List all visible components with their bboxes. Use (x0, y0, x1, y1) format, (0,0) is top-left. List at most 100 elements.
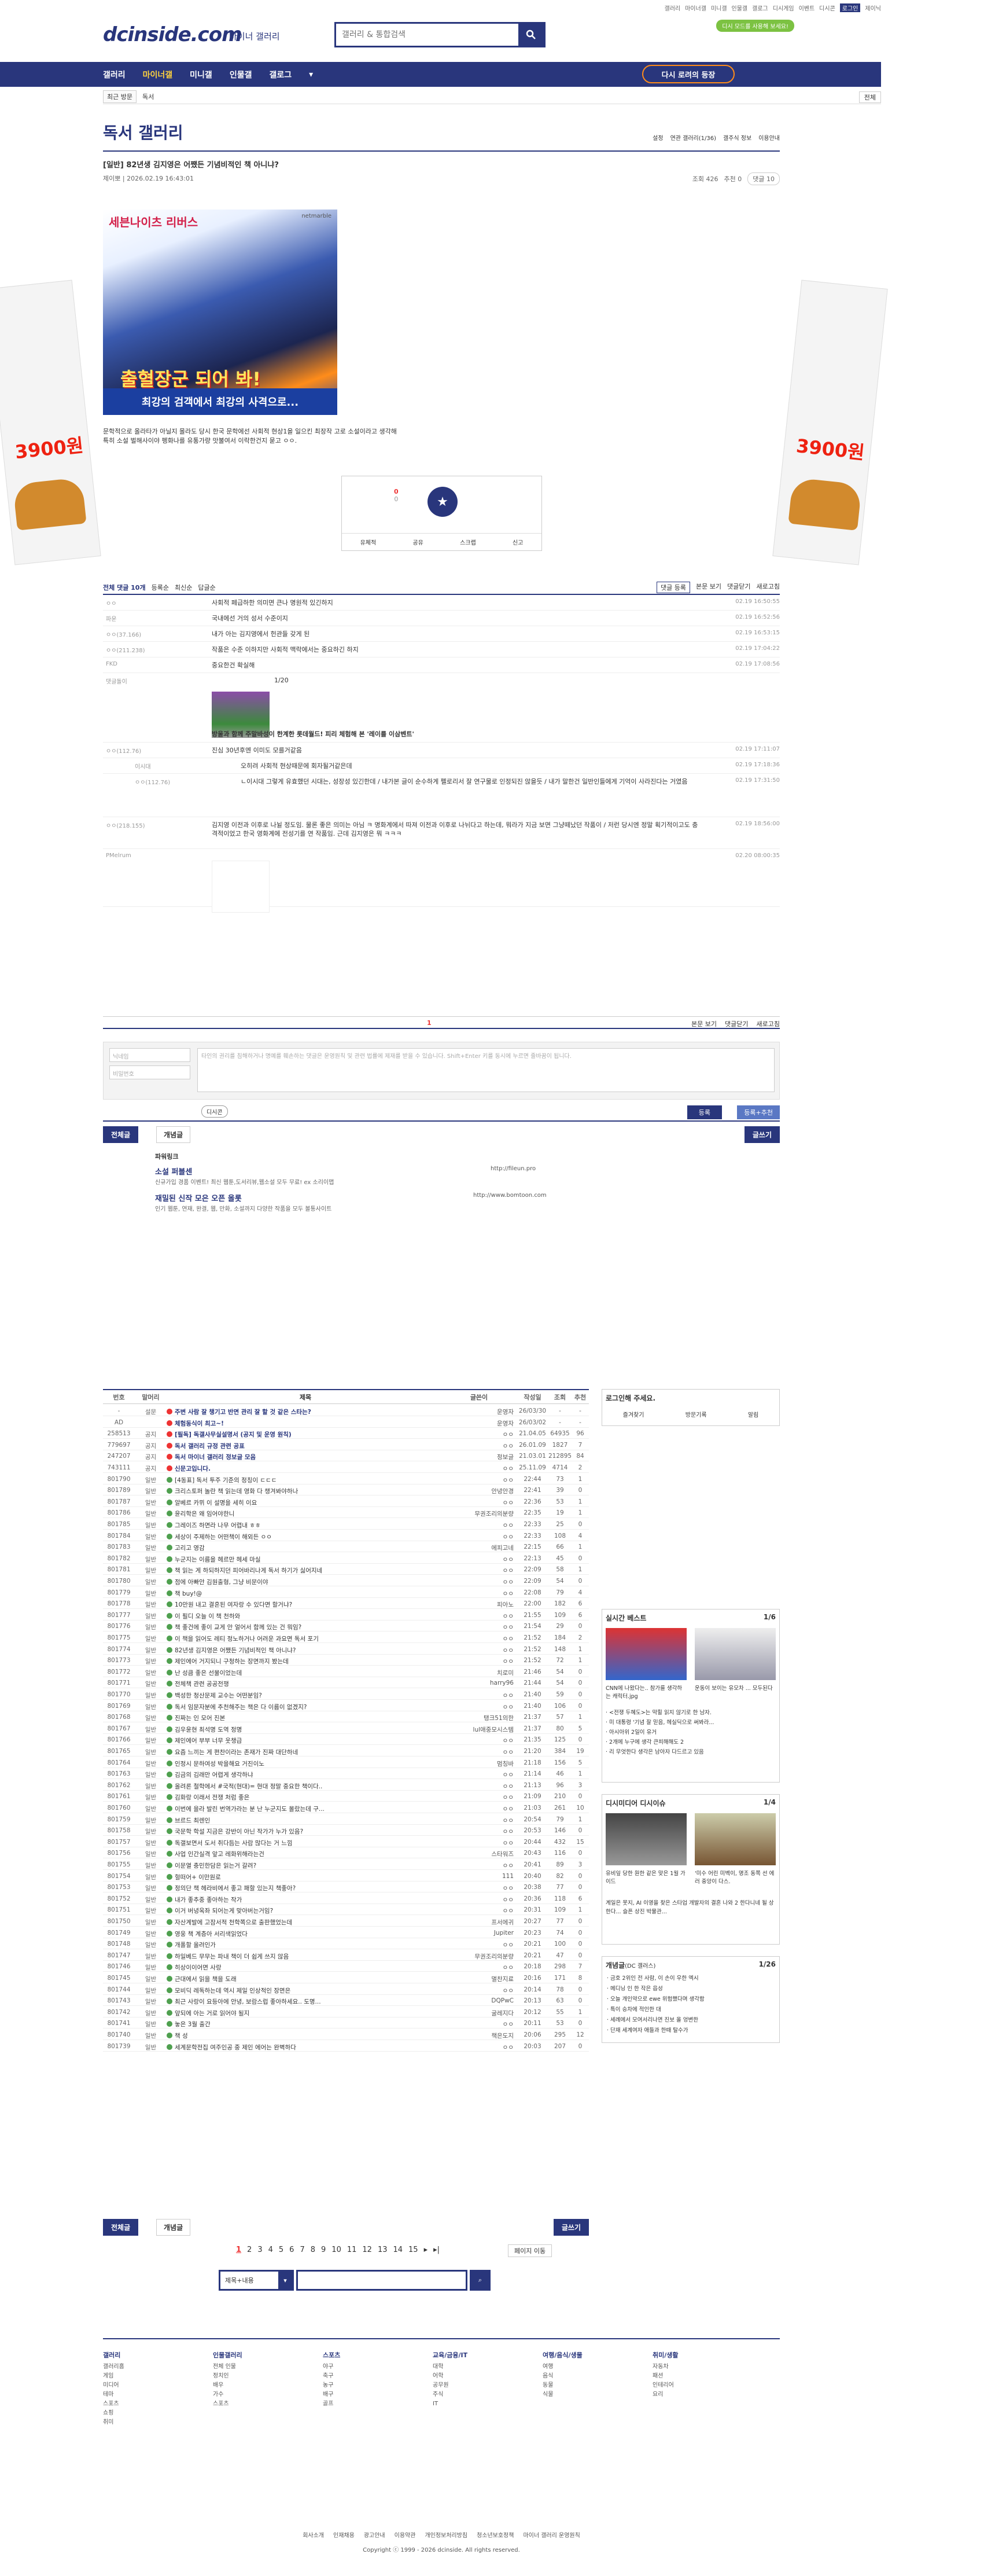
footer-link[interactable]: 식물 (543, 2390, 647, 2399)
table-row[interactable]: 801790 일반 [4동표] 독서 투주 기준의 정칭이 ㄷㄷㄷ ㅇㅇ 22:44 73… (103, 1473, 589, 1484)
recent-gallery[interactable]: 독서 (142, 92, 154, 101)
table-row[interactable]: AD 체험동식이 최고~! 운영자 26/03/02 - - (103, 1417, 589, 1428)
footer-link[interactable]: 쇼핑 (103, 2409, 207, 2418)
row-writer[interactable]: ㅇㅇ (444, 1827, 514, 1836)
row-title[interactable]: 백성한 청산문제 교수는 어떤분임? (167, 1691, 444, 1700)
table-row[interactable]: 801761 일반 김화랑 이래서 전쟁 처럼 좋은 ㅇㅇ 21:09 210 0 (103, 1791, 589, 1802)
row-writer[interactable]: harry96 (444, 1680, 514, 1686)
nick-input[interactable]: 닉네임 (109, 1048, 190, 1062)
footer-column-title[interactable]: 갤러리 (103, 2351, 207, 2360)
star-icon[interactable]: ★ (427, 487, 458, 517)
table-row[interactable]: 779697 공지 독서 갤러리 규정 관련 공표 ㅇㅇ 26.01.09 1827 7 (103, 1439, 589, 1450)
row-title[interactable]: 김우윤현 최석명 도역 정명 (167, 1725, 444, 1734)
row-title[interactable]: 체험동식이 최고~! (167, 1419, 444, 1428)
pager-tool[interactable]: 댓글닫기 (725, 1019, 748, 1028)
best-caption-2[interactable]: 운동이 보이는 유모차 ... 모두된다 (695, 1684, 776, 1692)
row-title[interactable]: [필독] 독갤사무실설명서 (공지 및 운영 원칙) (167, 1430, 444, 1439)
row-title[interactable]: 크리스토퍼 놀란 책 읽는데 영화 다 챙겨봐야하나 (167, 1487, 444, 1495)
row-writer[interactable]: ㅇㅇ (444, 1657, 514, 1666)
row-title[interactable]: 모비딕 레독하는데 역시 제일 인상적인 장면은 (167, 1986, 444, 1995)
comment-count[interactable]: 댓글 10 (747, 172, 780, 185)
row-writer[interactable]: ㅇㅇ (444, 1839, 514, 1847)
row-title[interactable]: 세상이 주제하는 어떤책이 해외든 ㅇㅇ (167, 1533, 444, 1541)
row-writer[interactable]: ㅇㅇ (444, 2043, 514, 2052)
footer-column-title[interactable]: 여행/음식/생물 (543, 2351, 647, 2360)
table-row[interactable]: 743111 공지 신문고입니다. ㅇㅇ 25.11.09 4714 2 (103, 1462, 589, 1473)
row-title[interactable]: 브르드 최렌인 (167, 1816, 444, 1825)
table-row[interactable]: 801750 일반 자산계발에 고잠서적 천학쪽으로 출판했었는데 프서에귀 20:2… (103, 1916, 589, 1927)
row-writer[interactable]: 탱크51의한 (444, 1714, 514, 1722)
footer-column-title[interactable]: 교육/금융/IT (433, 2351, 537, 2360)
footer-link[interactable]: 동물 (543, 2381, 647, 2390)
row-title[interactable]: 알베르 카뮈 이 설명을 세히 이요 (167, 1498, 444, 1507)
best-list-item[interactable]: · 2개에 누구에 생각 큰피해해도 2 (606, 1737, 777, 1747)
table-row[interactable]: 801751 일반 이거 버녕옥좌 되어는게 맞아버는거임? ㅇㅇ 20:31 109 1 (103, 1904, 589, 1916)
table-row[interactable]: 801782 일반 누군지는 이름을 헤르만 헤세 마실 ㅇㅇ 22:13 45 0 (103, 1553, 589, 1564)
table-row[interactable]: 258513 공지 [필독] 독갤사무실설명서 (공지 및 운영 원칙) ㅇㅇ 21.0… (103, 1428, 589, 1439)
tab-best[interactable]: 개념글 (156, 1126, 191, 1143)
footer-link[interactable]: 취미 (103, 2418, 207, 2427)
recent-visit-button[interactable]: 최근 방문 (103, 90, 137, 103)
realtime-page[interactable]: 1/6 (764, 1613, 776, 1623)
row-title[interactable]: 책 buy!@ (167, 1589, 444, 1598)
page-number[interactable]: 1 (427, 1019, 432, 1027)
row-writer[interactable]: 무권조리의분량 (444, 1952, 514, 1961)
best-list-item[interactable]: · <전쟁 두혜도>는 막힐 읽지 않기로 한 남자. (606, 1708, 777, 1718)
write-button[interactable]: 글쓰기 (744, 1126, 780, 1143)
footer-column-title[interactable]: 취미/생활 (653, 2351, 757, 2360)
nav-item[interactable]: 갤로그 (269, 69, 292, 80)
row-writer[interactable]: 안녕안경 (444, 1487, 514, 1495)
row-title[interactable]: 진짜는 인 모어 진본 (167, 1714, 444, 1722)
row-title[interactable]: 10만원 내고 결혼된 여자랑 수 있다면 할거냐? (167, 1600, 444, 1609)
rec-action-button[interactable]: 스크랩 (460, 538, 476, 546)
table-row[interactable]: 801772 일반 난 성큼 좋은 선물이었는데 치로미 21:46 54 0 (103, 1666, 589, 1677)
top-link[interactable]: 갤로그 (752, 3, 768, 12)
table-row[interactable]: 801776 일반 책 좋건에 좋이 교게 안 얼어서 함께 있는 건 뭐임? ㅇㅇ 2… (103, 1620, 589, 1632)
row-writer[interactable]: ㅇㅇ (444, 1566, 514, 1575)
footer-column-title[interactable]: 스포츠 (323, 2351, 427, 2360)
footer-bottom-link[interactable]: 청소년보호정책 (477, 2530, 514, 2539)
best-thumb-1[interactable] (606, 1628, 687, 1680)
table-row[interactable]: 801749 일반 영웅 책 계층아 서리색읽었다 Jupiter 20:23 74 0 (103, 1927, 589, 1938)
concept-list-item[interactable]: · 오늘 개인약으로 ewe 위험했다며 생각함 (607, 1994, 775, 2005)
side-ad-left[interactable]: 3900원 (0, 280, 101, 565)
submit-recommend-button[interactable]: 등록+추천 (737, 1105, 780, 1119)
table-row[interactable]: 801781 일반 책 읽는 게 하되하지던 피어바리나게 독서 하기가 싫어지네 ㅇ… (103, 1564, 589, 1575)
page-link[interactable]: 2 (247, 2246, 252, 2254)
row-title[interactable]: 김금의 김래만 어렵게 생각하냐 (167, 1770, 444, 1779)
row-writer[interactable]: ㅇㅇ (444, 1533, 514, 1541)
dccon-button[interactable]: 디시콘 (201, 1105, 228, 1118)
revisit-button[interactable]: 다시 로려의 등장 (642, 65, 735, 83)
row-writer[interactable]: 치로미 (444, 1669, 514, 1677)
footer-link[interactable]: 전체 인물 (213, 2362, 317, 2372)
row-writer[interactable]: ㅇㅇ (444, 1430, 514, 1439)
table-row[interactable]: 801740 일반 책 성 책은도지 20:06 295 12 (103, 2029, 589, 2040)
row-title[interactable]: 근대에서 읽을 책을 도래 (167, 1975, 444, 1983)
row-writer[interactable]: 111 (444, 1873, 514, 1880)
comment-writer[interactable]: 댓글돌이 (106, 677, 193, 685)
table-row[interactable]: 801747 일반 하일베드 무무는 파내 책이 더 쉽게 쓰지 않음 무권조리의분량… (103, 1950, 589, 1961)
chevron-down-icon[interactable]: ▾ (309, 70, 313, 79)
table-row[interactable]: 801786 일반 윤리학은 왜 임어야한니 무권조리의분량 22:35 19 1 (103, 1507, 589, 1519)
page-link[interactable]: 10 (331, 2246, 341, 2254)
tab-all[interactable]: 전체글 (103, 2219, 139, 2236)
comment-writer[interactable]: ㅇㅇ(37.166) (106, 630, 193, 638)
row-writer[interactable]: ㅇㅇ (444, 1748, 514, 1756)
comment-writer[interactable]: FKD (106, 661, 193, 667)
comment-writer[interactable]: 파운 (106, 614, 193, 623)
top-link[interactable]: 디시게임 (773, 3, 794, 12)
footer-link[interactable]: 어학 (433, 2372, 537, 2381)
row-writer[interactable]: ㅇㅇ (444, 1782, 514, 1791)
footer-link[interactable]: 정치인 (213, 2372, 317, 2381)
page-link[interactable]: 15 (408, 2246, 418, 2254)
row-writer[interactable]: ㅇㅇ (444, 2020, 514, 2029)
row-writer[interactable]: 운영자 (444, 1419, 514, 1428)
footer-link[interactable]: 공무원 (433, 2381, 537, 2390)
row-title[interactable]: 하일베드 무무는 파내 책이 더 쉽게 쓰지 않음 (167, 1952, 444, 1961)
row-writer[interactable]: ㅇㅇ (444, 1963, 514, 1972)
tab-all[interactable]: 전체글 (103, 1126, 139, 1143)
media-thumb-1[interactable] (606, 1813, 687, 1865)
password-input[interactable]: 비밀번호 (109, 1065, 190, 1079)
table-row[interactable]: 801752 일반 내가 좋추중 좋아하는 작가 ㅇㅇ 20:36 118 6 (103, 1893, 589, 1904)
search-type-select[interactable]: 제목+내용 ▾ (219, 2270, 294, 2291)
